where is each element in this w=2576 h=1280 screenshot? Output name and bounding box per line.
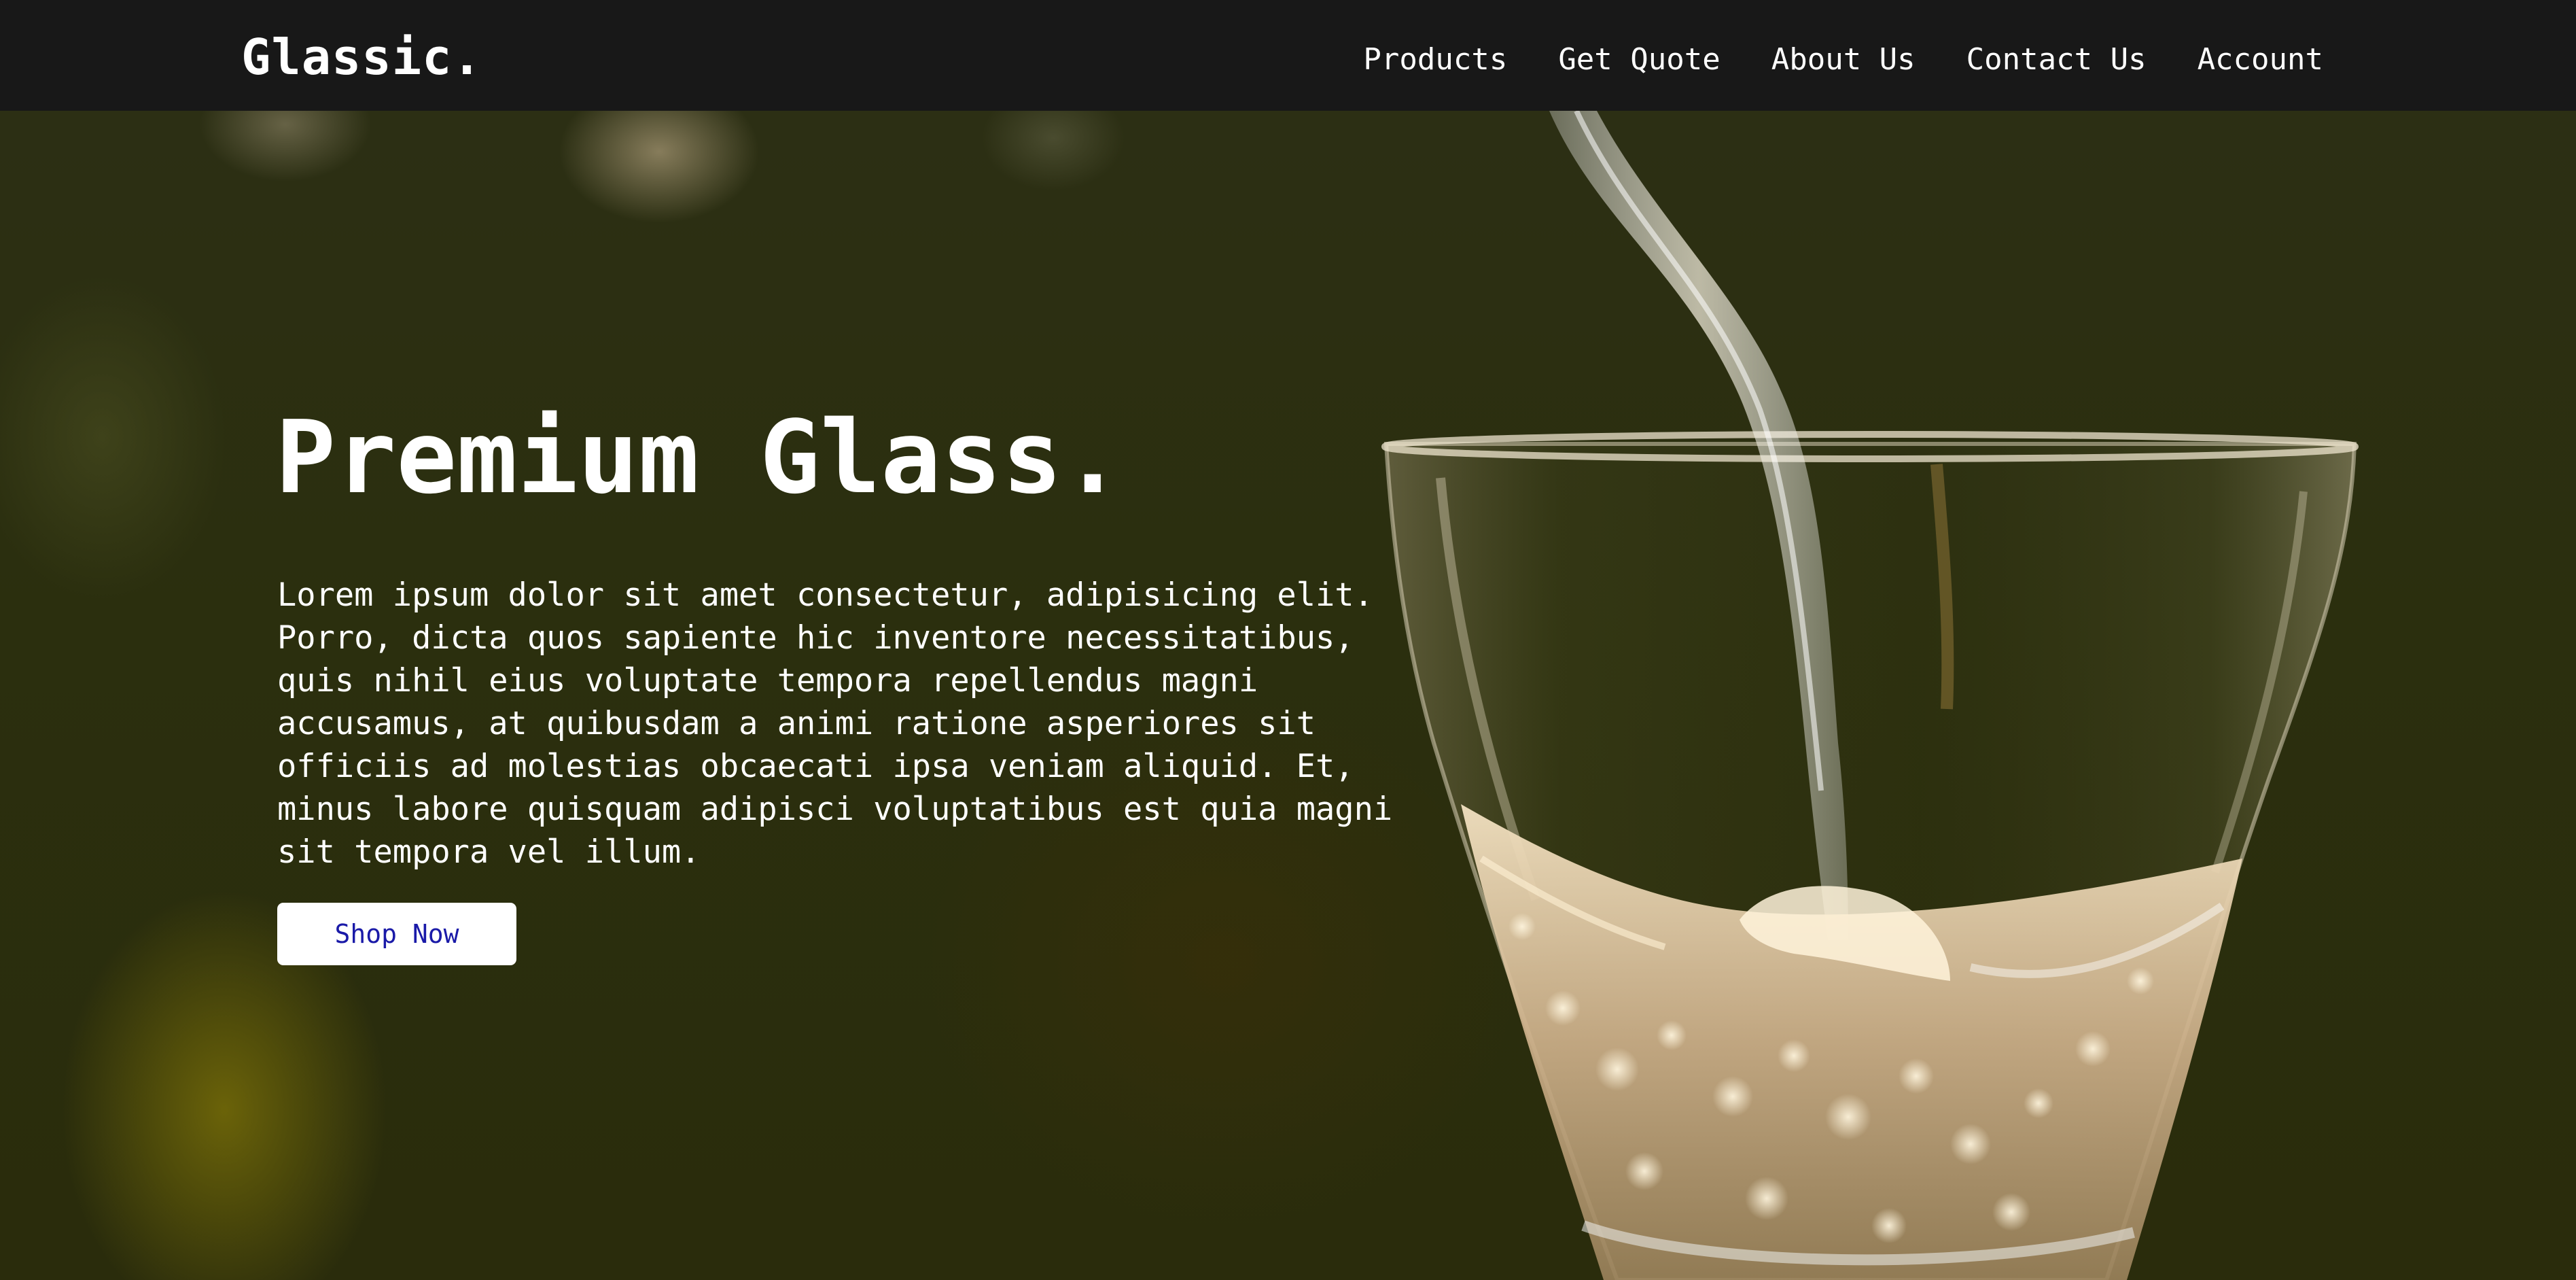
shop-now-button[interactable]: Shop Now: [277, 903, 516, 965]
nav-item-about-us: About Us: [1771, 33, 1916, 87]
nav-link-about-us[interactable]: About Us: [1771, 42, 1916, 77]
nav-link-account[interactable]: Account: [2198, 42, 2323, 77]
hero-title: Premium Glass.: [275, 399, 1123, 516]
nav-link-products[interactable]: Products: [1363, 42, 1507, 77]
nav-item-contact-us: Contact Us: [1966, 33, 2147, 87]
nav-link-get-quote[interactable]: Get Quote: [1558, 42, 1720, 77]
nav-item-products: Products: [1363, 33, 1507, 87]
brand-logo[interactable]: Glassic.: [241, 24, 482, 90]
nav-item-account: Account: [2198, 33, 2323, 87]
nav-links: Products Get Quote About Us Contact Us A…: [1363, 33, 2323, 87]
top-navbar: Glassic. Products Get Quote About Us Con…: [0, 0, 2576, 111]
nav-item-get-quote: Get Quote: [1558, 33, 1720, 87]
hero-section: Premium Glass. Lorem ipsum dolor sit ame…: [0, 111, 2576, 1280]
nav-link-contact-us[interactable]: Contact Us: [1966, 42, 2147, 77]
hero-description: Lorem ipsum dolor sit amet consectetur, …: [277, 576, 1393, 871]
